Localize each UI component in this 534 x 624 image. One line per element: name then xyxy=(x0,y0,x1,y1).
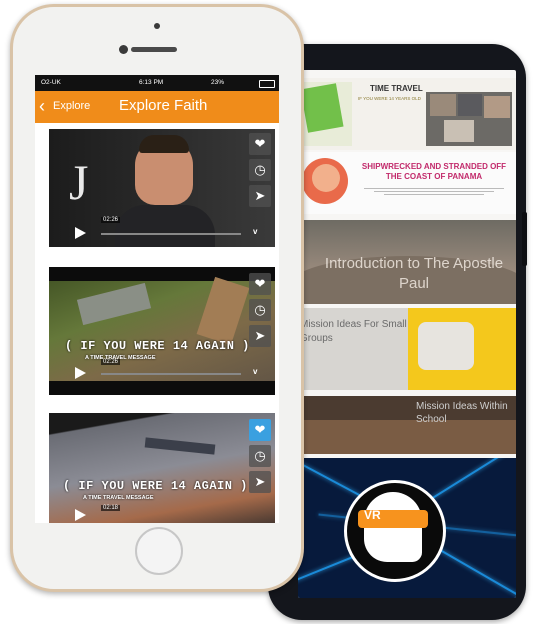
shipwrecked-title: SHIPWRECKED AND STRANDED OFF THE COAST O… xyxy=(361,162,507,181)
video-card[interactable]: ( IF YOU WERE 14 AGAIN ) A TIME TRAVEL M… xyxy=(49,413,275,523)
time-travel-photo xyxy=(458,94,482,116)
front-sensor xyxy=(154,23,160,29)
chevron-left-icon[interactable]: ‹ xyxy=(39,97,51,115)
video-duration: 02:18 xyxy=(101,505,121,511)
tile-time-travel[interactable]: TIME TRAVEL IF YOU WERE 14 YEARS OLD xyxy=(298,78,516,150)
video-card[interactable]: ( IF YOU WERE 14 AGAIN ) A TIME TRAVEL M… xyxy=(49,267,275,395)
status-bar: O2-UK 6:13 PM 23% xyxy=(35,75,279,91)
play-icon[interactable] xyxy=(75,227,86,239)
video-overlay-subtitle: A TIME TRAVEL MESSAGE xyxy=(83,495,154,501)
tile-shipwrecked[interactable]: SHIPWRECKED AND STRANDED OFF THE COAST O… xyxy=(298,152,516,214)
play-icon[interactable] xyxy=(75,509,86,521)
page-title: Explore Faith xyxy=(119,97,208,114)
clock-icon[interactable]: ◷ xyxy=(249,299,271,321)
battery-icon xyxy=(259,80,275,88)
vimeo-logo-icon[interactable]: v xyxy=(253,367,257,376)
clock-icon[interactable]: ◷ xyxy=(249,445,271,467)
speaker-shirt xyxy=(115,205,215,247)
video-progress-bar[interactable] xyxy=(101,233,241,235)
chair-image xyxy=(418,322,474,370)
tile-vr[interactable]: VR xyxy=(298,458,516,598)
vimeo-logo-icon[interactable]: v xyxy=(253,227,257,236)
video-progress-bar[interactable] xyxy=(101,373,241,375)
video-duration: 02:26 xyxy=(101,217,121,223)
vr-label: VR xyxy=(364,508,381,522)
video-list[interactable]: J ❤ ◷ ➤ 02:26 v ( IF YOU WERE 14 AGAIN )… xyxy=(35,123,279,523)
android-phone: TIME TRAVEL IF YOU WERE 14 YEARS OLD SHI… xyxy=(268,44,527,620)
heart-icon[interactable]: ❤ xyxy=(249,133,271,155)
iphone-screen: O2-UK 6:13 PM 23% ‹ Explore Explore Fait… xyxy=(35,75,279,523)
tile-mission-small-groups[interactable]: Mission Ideas For Small Groups xyxy=(298,308,516,390)
time-travel-subtitle: IF YOU WERE 14 YEARS OLD xyxy=(358,96,421,101)
tile-mission-school[interactable]: Mission Ideas Within School xyxy=(298,396,516,454)
speaker-hair xyxy=(139,135,189,153)
heart-icon[interactable]: ❤ xyxy=(249,273,271,295)
nav-bar: ‹ Explore Explore Faith xyxy=(35,91,279,123)
clock-icon[interactable]: ◷ xyxy=(249,159,271,181)
video-thumbnail xyxy=(49,413,275,523)
heart-icon[interactable]: ❤ xyxy=(249,419,271,441)
android-side-button xyxy=(522,212,527,266)
front-camera xyxy=(119,45,128,54)
letterbox-bottom xyxy=(49,381,275,395)
back-button[interactable]: Explore xyxy=(53,100,90,112)
video-duration: 02:26 xyxy=(101,359,121,365)
time-travel-graphic xyxy=(300,83,344,133)
send-icon[interactable]: ➤ xyxy=(249,185,271,207)
shipwrecked-face xyxy=(312,164,340,192)
time-travel-photo xyxy=(484,96,510,118)
time-travel-photo xyxy=(444,120,474,142)
time-travel-title: TIME TRAVEL xyxy=(370,84,423,93)
carrier-label: O2-UK xyxy=(41,79,61,86)
video-overlay-subtitle: A TIME TRAVEL MESSAGE xyxy=(85,355,156,361)
shipwrecked-body-text xyxy=(364,186,504,200)
home-button[interactable] xyxy=(135,527,183,575)
video-card[interactable]: J ❤ ◷ ➤ 02:26 v xyxy=(49,129,275,247)
iphone: O2-UK 6:13 PM 23% ‹ Explore Explore Fait… xyxy=(10,4,304,592)
play-icon[interactable] xyxy=(75,367,86,379)
battery-percent: 23% xyxy=(211,79,225,86)
video-overlay-title: ( IF YOU WERE 14 AGAIN ) xyxy=(65,339,250,353)
mission-school-title: Mission Ideas Within School xyxy=(416,401,508,425)
send-icon[interactable]: ➤ xyxy=(249,471,271,493)
mission-small-groups-title: Mission Ideas For Small Groups xyxy=(300,319,407,344)
clock-label: 6:13 PM xyxy=(139,79,164,86)
apostle-paul-title: Introduction to The Apostle Paul xyxy=(324,255,504,292)
time-travel-photo xyxy=(430,94,456,116)
earpiece-speaker xyxy=(131,47,177,52)
tile-apostle-paul[interactable]: Introduction to The Apostle Paul xyxy=(298,220,516,304)
send-icon[interactable]: ➤ xyxy=(249,325,271,347)
video-overlay-title: ( IF YOU WERE 14 AGAIN ) xyxy=(63,479,248,493)
video-letter-graphic: J xyxy=(69,154,89,210)
android-screen: TIME TRAVEL IF YOU WERE 14 YEARS OLD SHI… xyxy=(298,70,516,598)
letterbox-top xyxy=(49,267,275,281)
